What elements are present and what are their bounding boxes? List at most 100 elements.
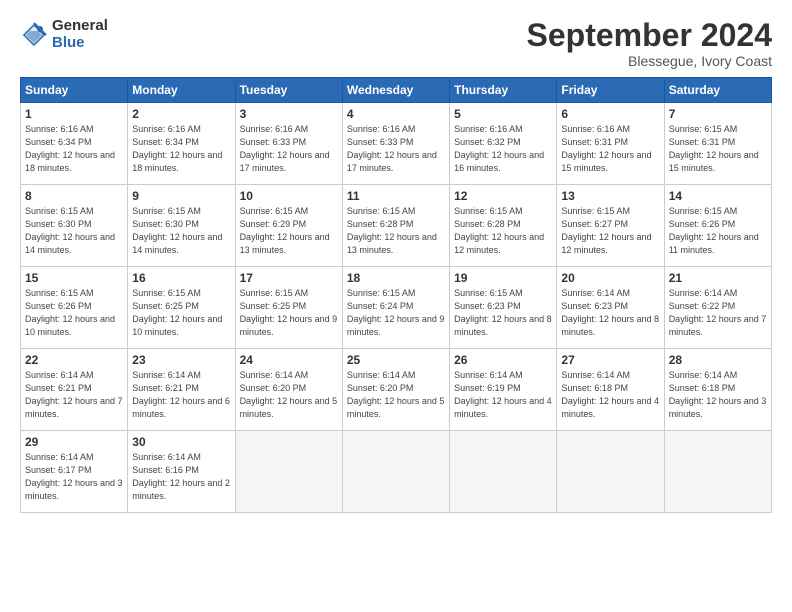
day-number: 27: [561, 353, 659, 367]
day-number: 13: [561, 189, 659, 203]
day-number: 15: [25, 271, 123, 285]
calendar-cell: [557, 431, 664, 513]
calendar-week-row: 29 Sunrise: 6:14 AMSunset: 6:17 PMDayligh…: [21, 431, 772, 513]
day-info: Sunrise: 6:15 AMSunset: 6:31 PMDaylight:…: [669, 124, 759, 173]
day-info: Sunrise: 6:15 AMSunset: 6:26 PMDaylight:…: [25, 288, 115, 337]
day-info: Sunrise: 6:15 AMSunset: 6:25 PMDaylight:…: [240, 288, 338, 337]
day-info: Sunrise: 6:15 AMSunset: 6:30 PMDaylight:…: [132, 206, 222, 255]
calendar-cell: 6Sunrise: 6:16 AMSunset: 6:31 PMDaylight…: [557, 103, 664, 185]
calendar-cell: 7 Sunrise: 6:15 AMSunset: 6:31 PMDaylight…: [664, 103, 771, 185]
day-info: Sunrise: 6:16 AMSunset: 6:33 PMDaylight:…: [347, 124, 437, 173]
day-number: 21: [669, 271, 767, 285]
day-info: Sunrise: 6:14 AMSunset: 6:21 PMDaylight:…: [132, 370, 230, 419]
day-number: 23: [132, 353, 230, 367]
calendar-cell: 15 Sunrise: 6:15 AMSunset: 6:26 PMDayligh…: [21, 267, 128, 349]
calendar-cell: 18Sunrise: 6:15 AMSunset: 6:24 PMDayligh…: [342, 267, 449, 349]
day-number: 26: [454, 353, 552, 367]
calendar-cell: 4 Sunrise: 6:16 AMSunset: 6:33 PMDaylight…: [342, 103, 449, 185]
calendar-week-row: 8 Sunrise: 6:15 AMSunset: 6:30 PMDaylight…: [21, 185, 772, 267]
calendar-cell: 11 Sunrise: 6:15 AMSunset: 6:28 PMDayligh…: [342, 185, 449, 267]
day-number: 8: [25, 189, 123, 203]
day-info: Sunrise: 6:14 AMSunset: 6:20 PMDaylight:…: [347, 370, 445, 419]
title-block: September 2024 Blessegue, Ivory Coast: [527, 18, 772, 69]
calendar-cell: 1 Sunrise: 6:16 AMSunset: 6:34 PMDaylight…: [21, 103, 128, 185]
day-info: Sunrise: 6:16 AMSunset: 6:34 PMDaylight:…: [25, 124, 115, 173]
calendar-cell: 14 Sunrise: 6:15 AMSunset: 6:26 PMDayligh…: [664, 185, 771, 267]
calendar-week-row: 1 Sunrise: 6:16 AMSunset: 6:34 PMDaylight…: [21, 103, 772, 185]
calendar-cell: 9 Sunrise: 6:15 AMSunset: 6:30 PMDaylight…: [128, 185, 235, 267]
location-subtitle: Blessegue, Ivory Coast: [527, 53, 772, 69]
calendar-cell: 29 Sunrise: 6:14 AMSunset: 6:17 PMDayligh…: [21, 431, 128, 513]
day-number: 5: [454, 107, 552, 121]
header-sunday: Sunday: [21, 78, 128, 103]
day-number: 1: [25, 107, 123, 121]
day-number: 11: [347, 189, 445, 203]
calendar-cell: [342, 431, 449, 513]
logo-general-text: General: [52, 18, 108, 35]
calendar-cell: [450, 431, 557, 513]
calendar-week-row: 22 Sunrise: 6:14 AMSunset: 6:21 PMDayligh…: [21, 349, 772, 431]
day-number: 9: [132, 189, 230, 203]
header-tuesday: Tuesday: [235, 78, 342, 103]
header-monday: Monday: [128, 78, 235, 103]
day-number: 2: [132, 107, 230, 121]
day-number: 29: [25, 435, 123, 449]
calendar-header-row: Sunday Monday Tuesday Wednesday Thursday…: [21, 78, 772, 103]
day-number: 24: [240, 353, 338, 367]
day-number: 17: [240, 271, 338, 285]
day-info: Sunrise: 6:16 AMSunset: 6:33 PMDaylight:…: [240, 124, 330, 173]
calendar-cell: 13 Sunrise: 6:15 AMSunset: 6:27 PMDayligh…: [557, 185, 664, 267]
day-number: 25: [347, 353, 445, 367]
calendar-cell: 10 Sunrise: 6:15 AMSunset: 6:29 PMDayligh…: [235, 185, 342, 267]
day-number: 10: [240, 189, 338, 203]
day-info: Sunrise: 6:16 AMSunset: 6:31 PMDaylight:…: [561, 124, 651, 173]
day-info: Sunrise: 6:15 AMSunset: 6:25 PMDaylight:…: [132, 288, 222, 337]
day-number: 7: [669, 107, 767, 121]
calendar-cell: 28 Sunrise: 6:14 AMSunset: 6:18 PMDayligh…: [664, 349, 771, 431]
calendar-cell: 17 Sunrise: 6:15 AMSunset: 6:25 PMDayligh…: [235, 267, 342, 349]
calendar-cell: 5Sunrise: 6:16 AMSunset: 6:32 PMDaylight…: [450, 103, 557, 185]
day-info: Sunrise: 6:15 AMSunset: 6:27 PMDaylight:…: [561, 206, 651, 255]
day-number: 14: [669, 189, 767, 203]
day-info: Sunrise: 6:14 AMSunset: 6:18 PMDaylight:…: [669, 370, 767, 419]
calendar-cell: 22 Sunrise: 6:14 AMSunset: 6:21 PMDayligh…: [21, 349, 128, 431]
calendar-cell: 27 Sunrise: 6:14 AMSunset: 6:18 PMDayligh…: [557, 349, 664, 431]
day-info: Sunrise: 6:14 AMSunset: 6:21 PMDaylight:…: [25, 370, 123, 419]
calendar-cell: 16 Sunrise: 6:15 AMSunset: 6:25 PMDayligh…: [128, 267, 235, 349]
calendar-week-row: 15 Sunrise: 6:15 AMSunset: 6:26 PMDayligh…: [21, 267, 772, 349]
day-number: 12: [454, 189, 552, 203]
calendar-cell: 25 Sunrise: 6:14 AMSunset: 6:20 PMDayligh…: [342, 349, 449, 431]
day-info: Sunrise: 6:14 AMSunset: 6:22 PMDaylight:…: [669, 288, 767, 337]
day-number: 22: [25, 353, 123, 367]
day-number: 19: [454, 271, 552, 285]
day-info: Sunrise: 6:14 AMSunset: 6:17 PMDaylight:…: [25, 452, 123, 501]
calendar-table: Sunday Monday Tuesday Wednesday Thursday…: [20, 77, 772, 513]
calendar-cell: 21 Sunrise: 6:14 AMSunset: 6:22 PMDayligh…: [664, 267, 771, 349]
day-number: 16: [132, 271, 230, 285]
logo-blue-text: Blue: [52, 35, 108, 52]
logo-text: General Blue: [52, 18, 108, 51]
day-number: 3: [240, 107, 338, 121]
calendar-cell: 19Sunrise: 6:15 AMSunset: 6:23 PMDayligh…: [450, 267, 557, 349]
logo: General Blue: [20, 18, 108, 51]
calendar-cell: 23 Sunrise: 6:14 AMSunset: 6:21 PMDayligh…: [128, 349, 235, 431]
day-info: Sunrise: 6:14 AMSunset: 6:19 PMDaylight:…: [454, 370, 552, 419]
day-info: Sunrise: 6:15 AMSunset: 6:29 PMDaylight:…: [240, 206, 330, 255]
calendar-cell: 2Sunrise: 6:16 AMSunset: 6:34 PMDaylight…: [128, 103, 235, 185]
day-info: Sunrise: 6:15 AMSunset: 6:28 PMDaylight:…: [347, 206, 437, 255]
calendar-cell: 20Sunrise: 6:14 AMSunset: 6:23 PMDayligh…: [557, 267, 664, 349]
calendar-cell: [235, 431, 342, 513]
calendar-cell: 30Sunrise: 6:14 AMSunset: 6:16 PMDayligh…: [128, 431, 235, 513]
calendar-cell: 3 Sunrise: 6:16 AMSunset: 6:33 PMDaylight…: [235, 103, 342, 185]
day-number: 28: [669, 353, 767, 367]
day-info: Sunrise: 6:15 AMSunset: 6:26 PMDaylight:…: [669, 206, 759, 255]
day-number: 18: [347, 271, 445, 285]
day-info: Sunrise: 6:14 AMSunset: 6:18 PMDaylight:…: [561, 370, 659, 419]
day-number: 4: [347, 107, 445, 121]
header-saturday: Saturday: [664, 78, 771, 103]
day-number: 30: [132, 435, 230, 449]
header-thursday: Thursday: [450, 78, 557, 103]
header: General Blue September 2024 Blessegue, I…: [20, 18, 772, 69]
logo-icon: [20, 21, 48, 49]
calendar-cell: 12Sunrise: 6:15 AMSunset: 6:28 PMDayligh…: [450, 185, 557, 267]
